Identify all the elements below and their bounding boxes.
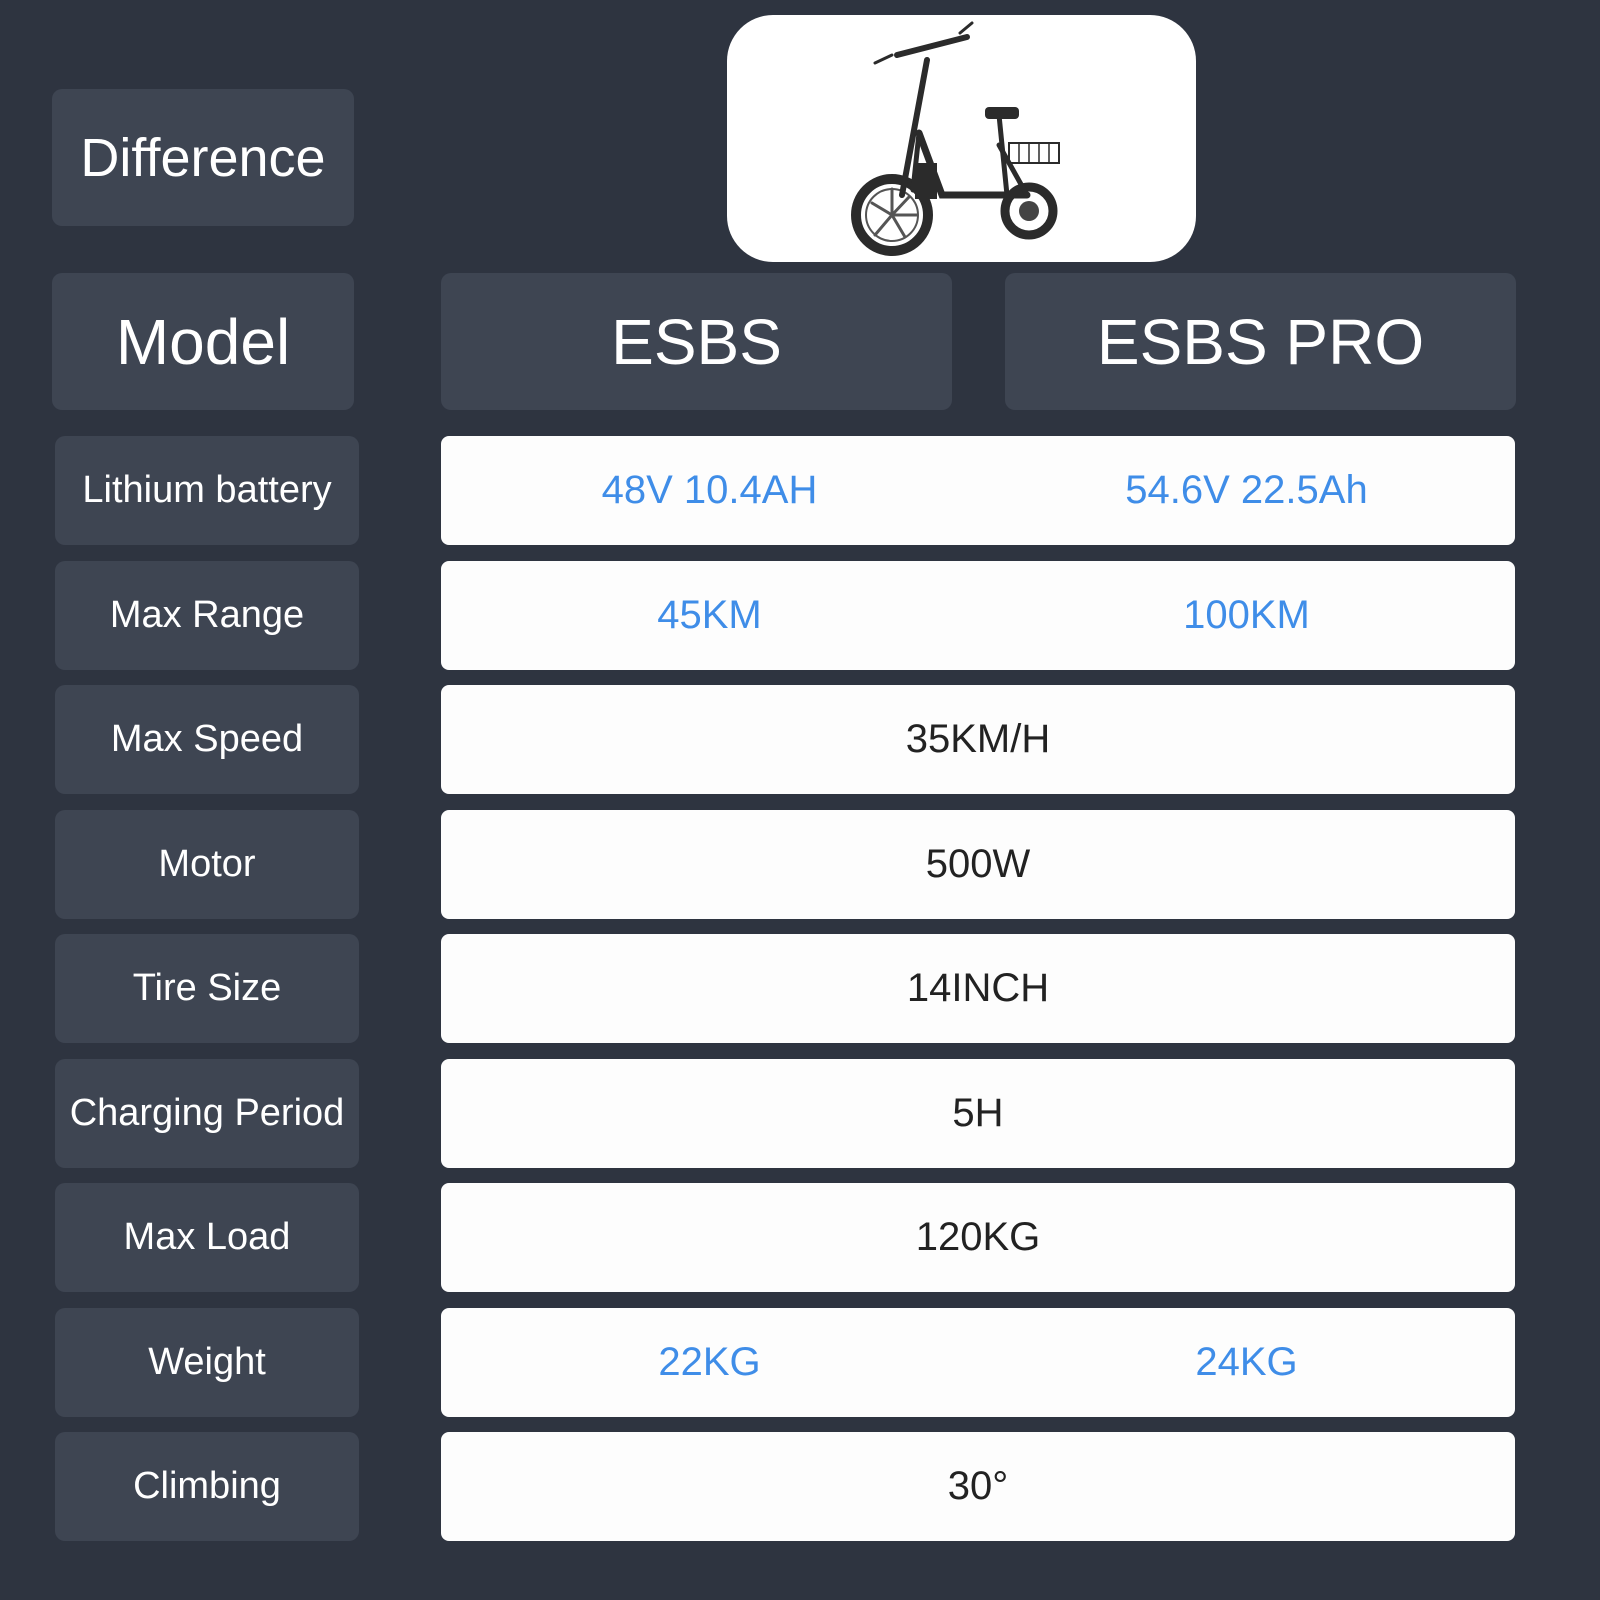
spec-value-esbs-pro: 54.6V 22.5Ah (1125, 468, 1368, 512)
spec-label: Max Range (109, 594, 305, 636)
spec-label: Motor (158, 843, 256, 885)
model-name: ESBS (611, 305, 782, 378)
spec-value-esbs-pro: 100KM (1183, 593, 1310, 637)
model-label: Model (115, 305, 291, 378)
seat (985, 107, 1019, 119)
spec-label-cell: Lithium battery (55, 436, 359, 545)
spec-label: Charging Period (69, 1092, 345, 1134)
spec-label-cell: Weight (55, 1308, 359, 1417)
spec-value-row: 120KG (441, 1183, 1515, 1292)
spec-value-row: 500W (441, 810, 1515, 919)
spec-value-esbs: 45KM (657, 593, 762, 637)
spec-label-cell: Motor (55, 810, 359, 919)
spec-value-row: 30° (441, 1432, 1515, 1541)
spec-label: Weight (148, 1341, 266, 1383)
spec-value-row: 35KM/H (441, 685, 1515, 794)
spec-label-cell: Tire Size (55, 934, 359, 1043)
spec-value-shared: 14INCH (906, 966, 1050, 1010)
difference-label: Difference (80, 127, 326, 188)
scooter-illustration (851, 21, 1060, 256)
difference-header: Difference (52, 89, 354, 226)
spec-label: Max Load (123, 1216, 291, 1258)
model-column-esbs-pro: ESBS PRO (1005, 273, 1516, 410)
spec-label: Tire Size (132, 967, 282, 1009)
spec-value-shared: 500W (925, 842, 1031, 886)
spec-label-cell: Charging Period (55, 1059, 359, 1168)
spec-value-shared: 35KM/H (905, 717, 1051, 761)
spec-value-row: 14INCH (441, 934, 1515, 1043)
model-name: ESBS PRO (1096, 305, 1425, 378)
spec-label-cell: Max Range (55, 561, 359, 670)
model-header: Model (52, 273, 354, 410)
spec-value-esbs: 22KG (658, 1340, 761, 1384)
spec-value-row: 22KG 24KG (441, 1308, 1515, 1417)
spec-label-cell: Max Speed (55, 685, 359, 794)
spec-label-cell: Max Load (55, 1183, 359, 1292)
model-column-esbs: ESBS (441, 273, 952, 410)
basket (1008, 142, 1060, 164)
spec-value-esbs-pro: 24KG (1195, 1340, 1298, 1384)
spec-label: Lithium battery (82, 469, 332, 511)
spec-value-shared: 5H (952, 1091, 1004, 1135)
spec-value-row: 45KM 100KM (441, 561, 1515, 670)
spec-value-row: 48V 10.4AH 54.6V 22.5Ah (441, 436, 1515, 545)
spec-label: Max Speed (110, 718, 304, 760)
product-image (727, 15, 1196, 262)
spec-value-shared: 120KG (915, 1215, 1041, 1259)
spec-value-esbs: 48V 10.4AH (601, 468, 818, 512)
spec-value-row: 5H (441, 1059, 1515, 1168)
spec-label-cell: Climbing (55, 1432, 359, 1541)
spec-label: Climbing (133, 1465, 281, 1507)
spec-value-shared: 30° (947, 1464, 1009, 1508)
